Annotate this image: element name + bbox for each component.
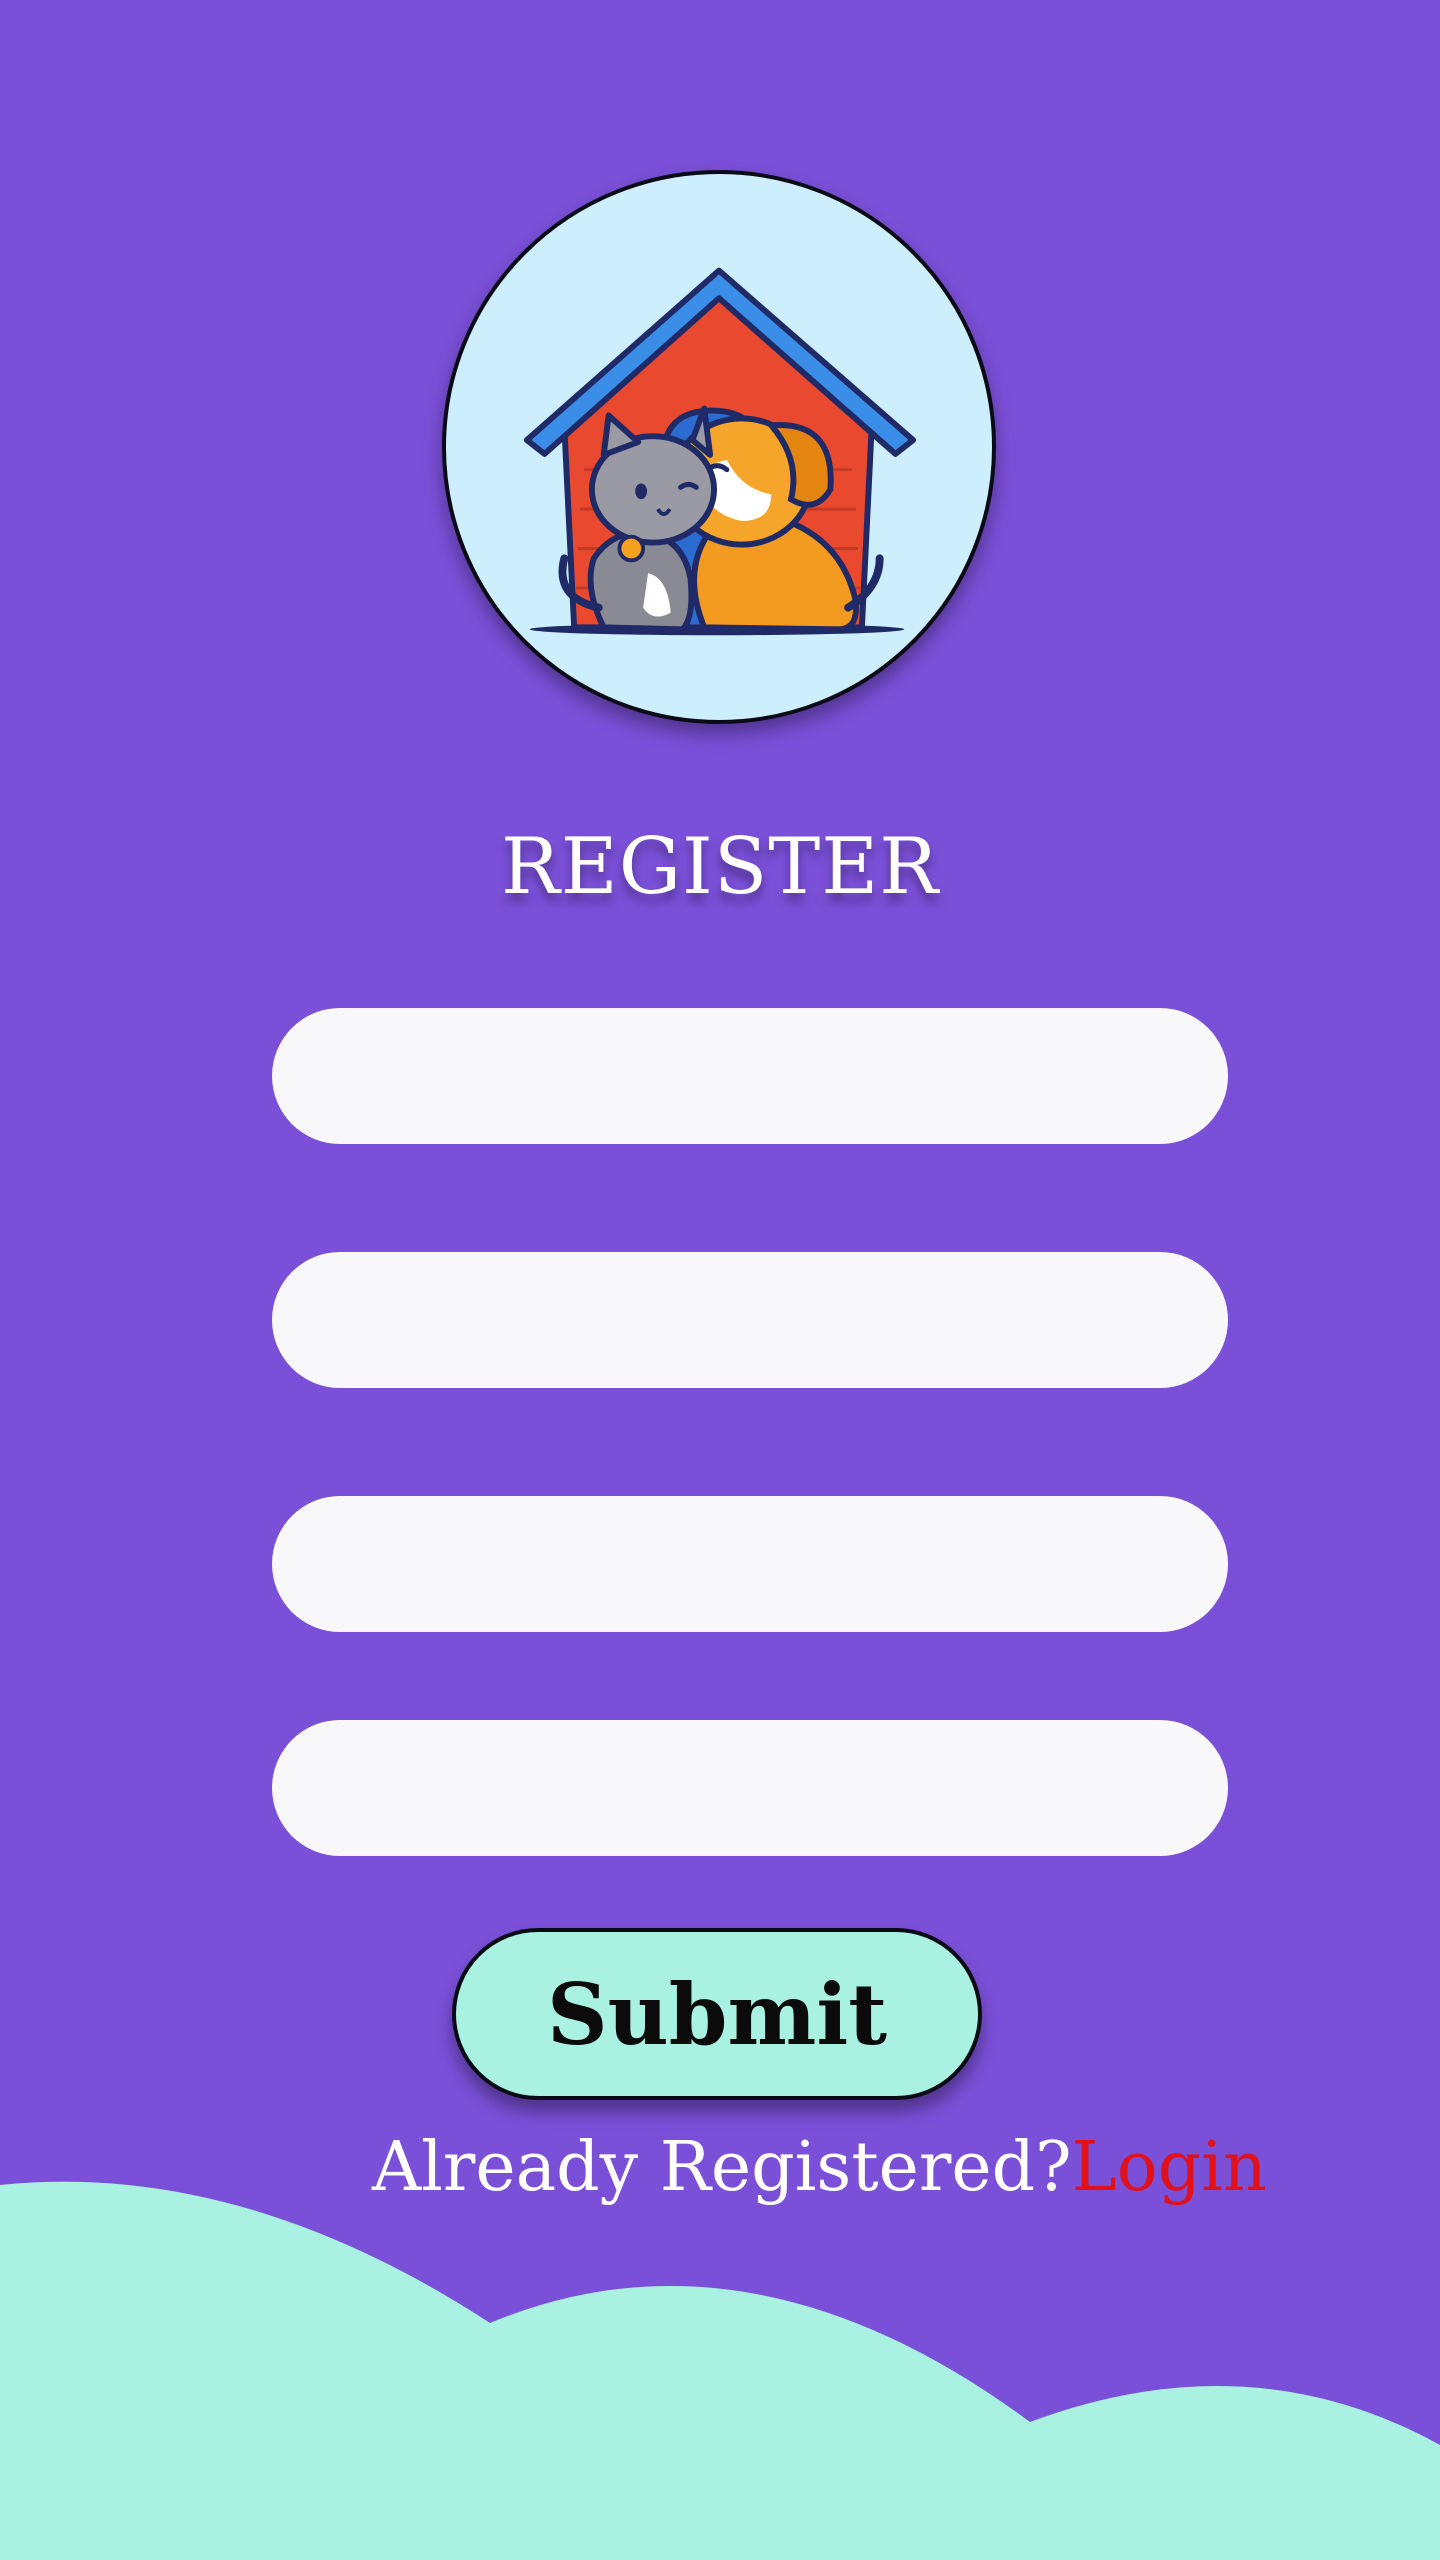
login-prompt: Already Registered?Login [372,2128,1267,2207]
form-field-3[interactable] [272,1496,1228,1632]
login-prompt-text: Already Registered? [372,2128,1072,2207]
wave-decoration [0,2181,1440,2560]
logo [442,170,996,724]
submit-button[interactable]: Submit [452,1928,982,2100]
login-link[interactable]: Login [1072,2128,1267,2207]
page-title: REGISTER [501,822,939,912]
pet-house-icon [523,267,917,636]
form-field-4[interactable] [272,1720,1228,1856]
form-field-1[interactable] [272,1008,1228,1144]
register-screen: REGISTER Submit Already Registered?Login [0,0,1440,2560]
form-field-2[interactable] [272,1252,1228,1388]
